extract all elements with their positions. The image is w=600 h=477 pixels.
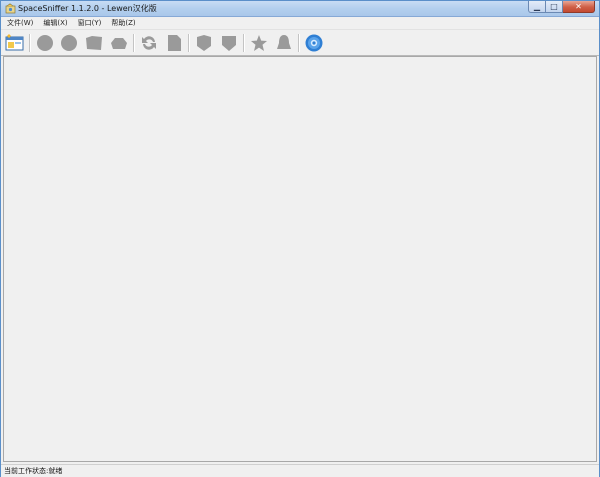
menu-edit[interactable]: 编辑(X): [38, 17, 72, 29]
menu-bar: 文件(W) 编辑(X) 窗口(Y) 帮助(Z): [1, 17, 599, 29]
status-text: 当前工作状态:就绪: [4, 467, 63, 475]
star-button[interactable]: [249, 33, 269, 53]
document-button[interactable]: [164, 33, 184, 53]
settings-gear-icon: [305, 34, 323, 52]
zoom-in-icon: [37, 35, 53, 51]
refresh-button[interactable]: [139, 33, 159, 53]
menu-window[interactable]: 窗口(Y): [73, 17, 107, 29]
menu-help[interactable]: 帮助(Z): [106, 17, 140, 29]
app-icon: [5, 3, 16, 14]
close-button[interactable]: ✕: [563, 1, 595, 13]
new-scan-icon: [5, 34, 24, 51]
shield-alt-icon: [222, 36, 236, 51]
bell-icon: [277, 35, 291, 49]
shield-button[interactable]: [194, 33, 214, 53]
star-icon: [251, 35, 267, 51]
folder-icon: [86, 36, 102, 50]
menu-file[interactable]: 文件(W): [1, 17, 38, 29]
maximize-button[interactable]: □: [546, 1, 563, 13]
zoom-out-icon: [61, 35, 77, 51]
settings-button[interactable]: [304, 33, 324, 53]
toolbar-separator: [133, 34, 135, 52]
zoom-in-button[interactable]: [35, 33, 55, 53]
app-window: SpaceSniffer 1.1.2.0 - Lewen汉化版 ▁ □ ✕ 文件…: [0, 0, 600, 477]
treemap-view-area[interactable]: [3, 56, 597, 462]
refresh-icon: [142, 36, 156, 50]
status-bar: 当前工作状态:就绪: [1, 464, 599, 477]
caption-buttons: ▁ □ ✕: [528, 1, 595, 13]
minimize-button[interactable]: ▁: [528, 1, 546, 13]
title-bar[interactable]: SpaceSniffer 1.1.2.0 - Lewen汉化版 ▁ □ ✕: [1, 1, 599, 17]
toolbar: [1, 29, 599, 56]
zoom-out-button[interactable]: [59, 33, 79, 53]
drive-icon: [111, 38, 127, 49]
toolbar-separator: [298, 34, 300, 52]
folder-button[interactable]: [84, 33, 104, 53]
bell-button[interactable]: [274, 33, 294, 53]
toolbar-separator: [243, 34, 245, 52]
shield-icon: [197, 35, 211, 51]
window-title: SpaceSniffer 1.1.2.0 - Lewen汉化版: [18, 4, 157, 13]
new-scan-button[interactable]: [5, 33, 25, 53]
toolbar-separator: [188, 34, 190, 52]
document-icon: [168, 35, 181, 51]
shield-alt-button[interactable]: [219, 33, 239, 53]
toolbar-separator: [29, 34, 31, 52]
drive-button[interactable]: [109, 33, 129, 53]
